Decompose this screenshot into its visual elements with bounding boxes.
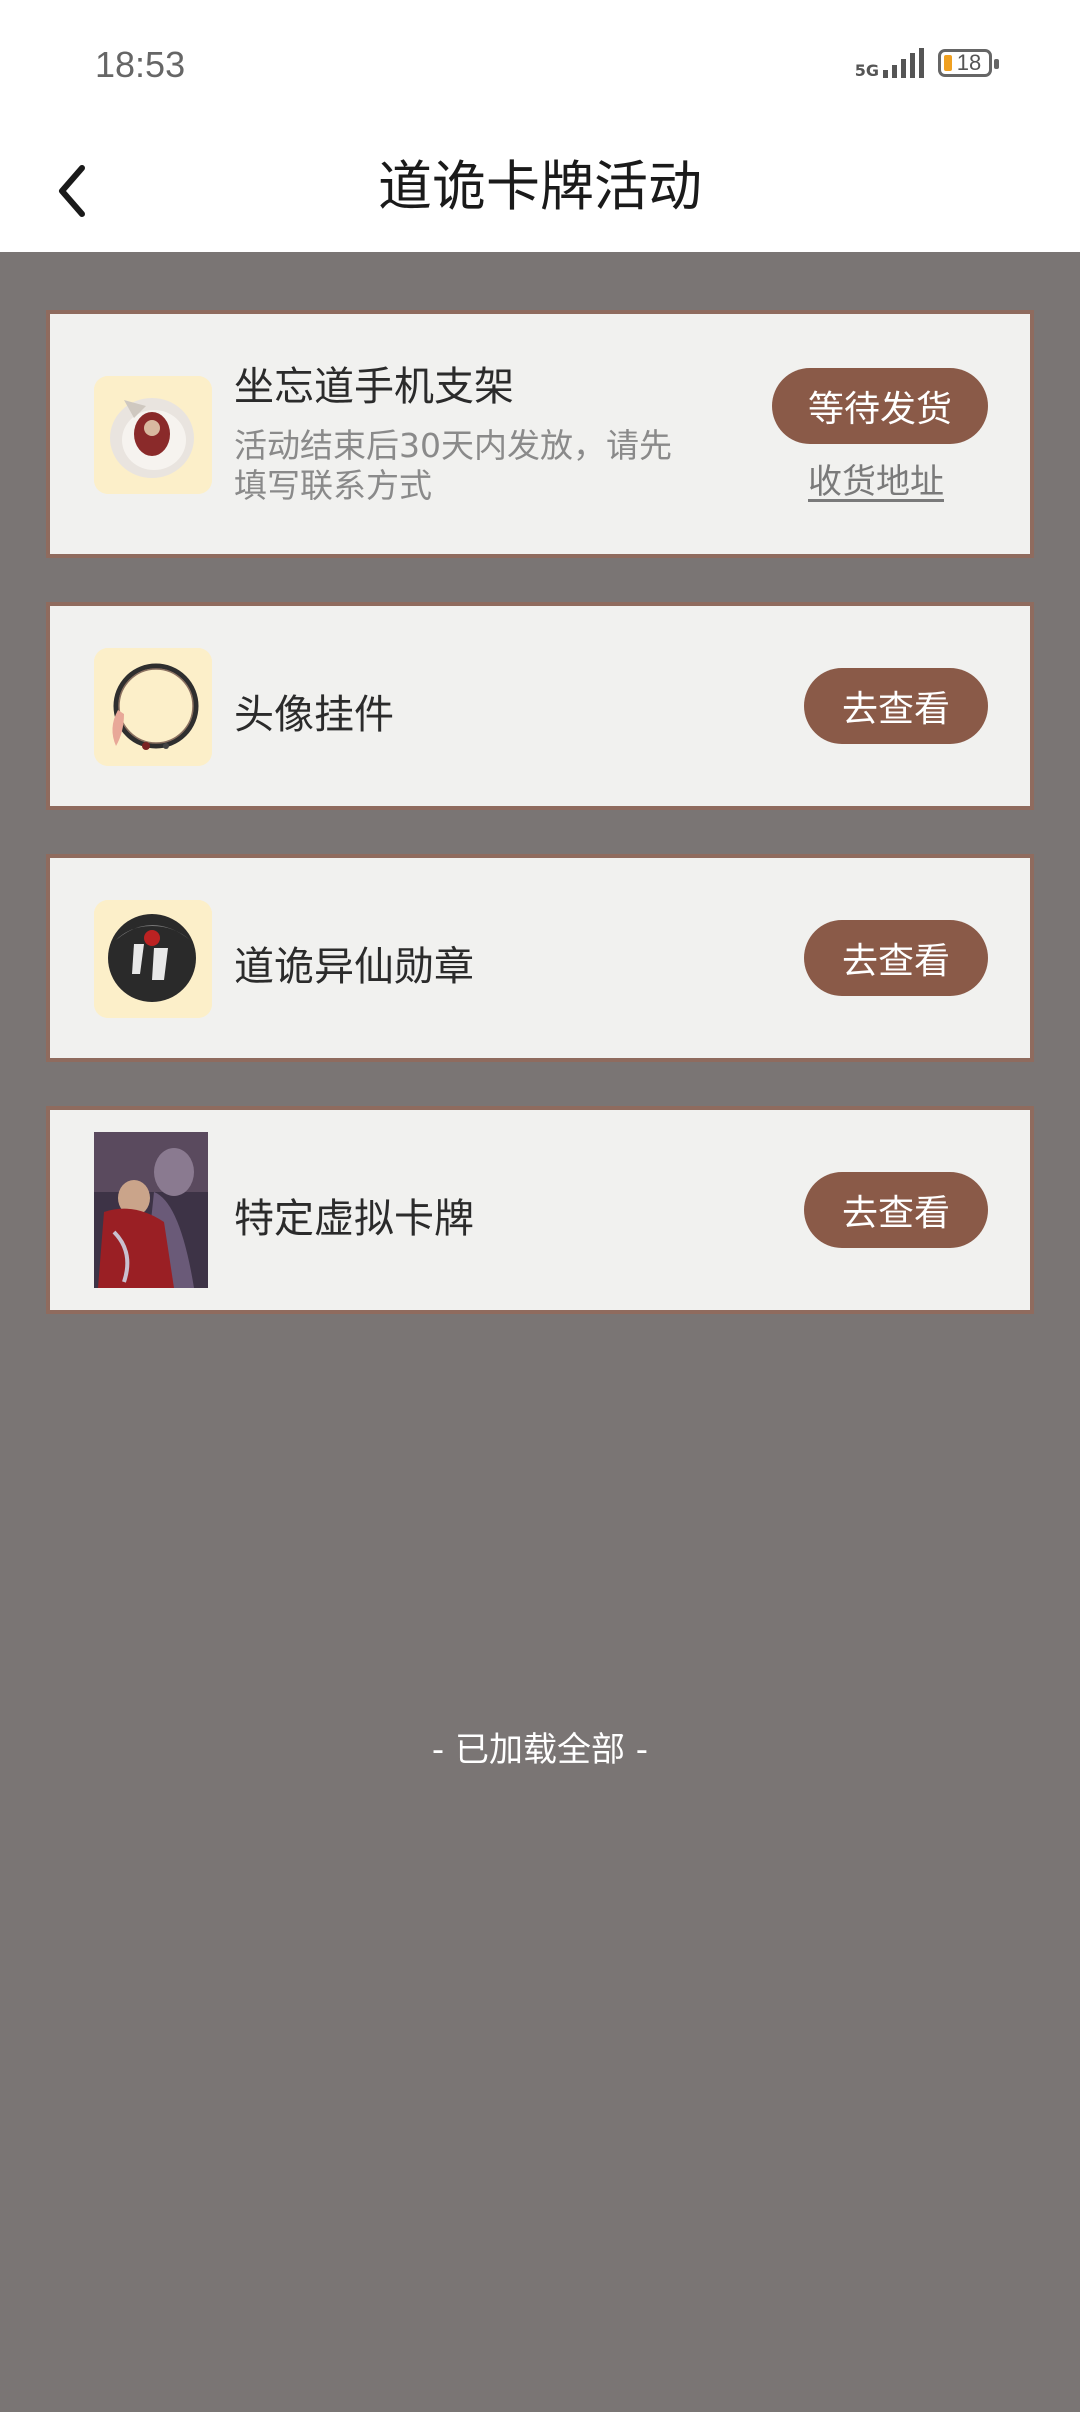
reward-card-medal: 道诡异仙勋章 去查看	[46, 854, 1034, 1062]
shipping-address-link[interactable]: 收货地址	[808, 454, 944, 503]
reward-list: 坐忘道手机支架 活动结束后30天内发放，请先填写联系方式 等待发货 收货地址 头…	[46, 310, 1034, 1358]
page-title: 道诡卡牌活动	[378, 155, 702, 218]
reward-title: 道诡异仙勋章	[234, 944, 474, 990]
nav-bar: 道诡卡牌活动	[0, 130, 1080, 252]
view-button[interactable]: 去查看	[804, 920, 988, 996]
reward-description: 活动结束后30天内发放，请先填写联系方式	[234, 426, 672, 505]
battery-level: 18	[956, 50, 982, 75]
status-time: 18:53	[95, 44, 186, 85]
signal-icon	[883, 48, 924, 78]
reward-card-avatar-frame: 头像挂件 去查看	[46, 602, 1034, 810]
network-icon: 5G	[854, 48, 924, 80]
status-bar: 18:53 5G 18	[0, 0, 1080, 130]
medal-image	[94, 900, 212, 1018]
load-complete-text: - 已加载全部 -	[431, 1730, 649, 1770]
status-indicators: 5G 18	[854, 48, 999, 80]
view-button[interactable]: 去查看	[804, 1172, 988, 1248]
view-button[interactable]: 去查看	[804, 668, 988, 744]
reward-title: 坐忘道手机支架	[234, 364, 514, 410]
phone-holder-image	[94, 376, 212, 494]
reward-title: 头像挂件	[234, 692, 394, 738]
awaiting-shipment-button[interactable]: 等待发货	[772, 368, 988, 444]
avatar-frame-image	[94, 648, 212, 766]
network-label: 5G	[854, 61, 879, 80]
virtual-card-image	[94, 1132, 208, 1288]
reward-card-phone-holder: 坐忘道手机支架 活动结束后30天内发放，请先填写联系方式 等待发货 收货地址	[46, 310, 1034, 558]
reward-title: 特定虚拟卡牌	[234, 1196, 474, 1242]
reward-card-virtual-card: 特定虚拟卡牌 去查看	[46, 1106, 1034, 1314]
battery-icon: 18	[938, 49, 999, 77]
